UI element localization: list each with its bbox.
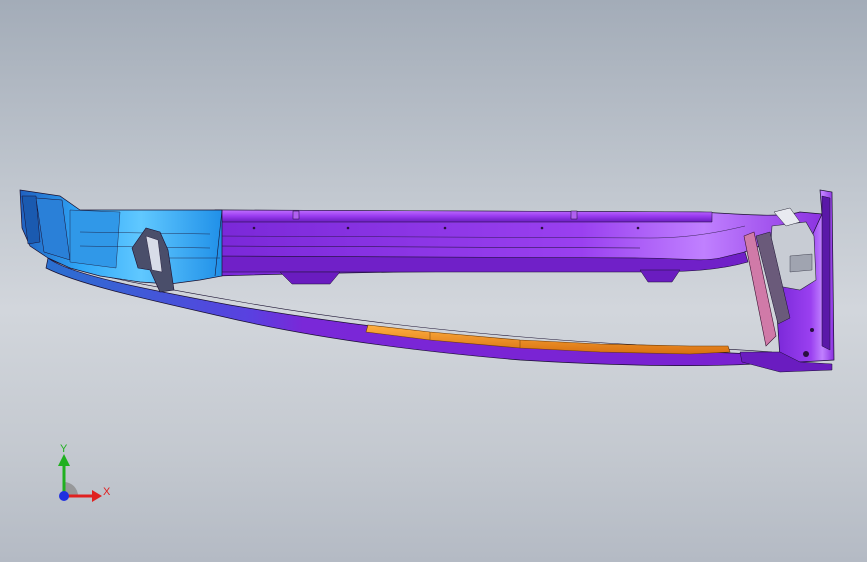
- triad-x-label: X: [103, 486, 111, 498]
- coordinate-triad: Y X: [58, 443, 111, 502]
- triad-y-arrow: [58, 454, 70, 466]
- triad-z-origin: [59, 491, 69, 501]
- triad-x-arrow: [92, 490, 102, 502]
- lower-tab-right: [639, 269, 681, 283]
- lower-tab-left: [279, 271, 341, 285]
- cad-model[interactable]: [0, 0, 867, 562]
- graphics-viewport[interactable]: Y X: [0, 0, 867, 562]
- top-flange: [214, 209, 713, 223]
- triad-y-label: Y: [60, 443, 68, 455]
